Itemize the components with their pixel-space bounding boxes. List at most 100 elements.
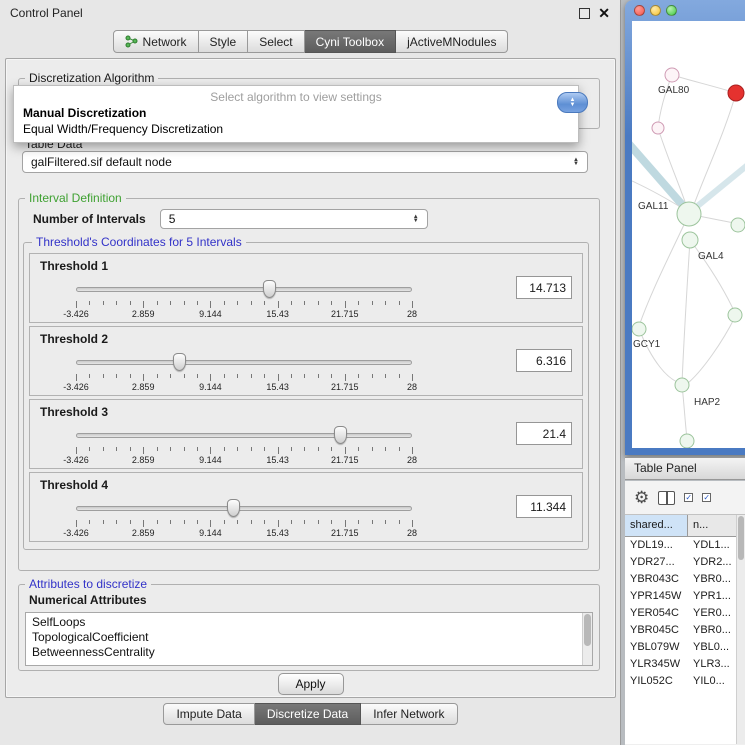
threshold-1-value-input[interactable]: 14.713 xyxy=(516,276,572,299)
slider-track[interactable] xyxy=(76,287,412,292)
minimize-traffic-icon[interactable] xyxy=(650,5,661,16)
threshold-1-slider[interactable] xyxy=(76,280,412,300)
column-header-shared-name[interactable]: shared... xyxy=(625,515,688,536)
tab-cyni-toolbox[interactable]: Cyni Toolbox xyxy=(305,30,396,53)
scale-tick-label: 21.715 xyxy=(331,382,359,392)
algorithm-combo-button[interactable]: ▲ ▼ xyxy=(557,92,588,113)
slider-scale-labels: -3.4262.8599.14415.4321.71528 xyxy=(76,455,412,466)
threshold-2-value-input[interactable]: 6.316 xyxy=(516,349,572,372)
threshold-2-box: Threshold 2 -3.4262.8599.14415.4321.7152… xyxy=(29,326,583,396)
tab-style-label: Style xyxy=(210,35,237,49)
table-row[interactable]: YDR27...YDR2... xyxy=(625,554,745,571)
scale-tick-label: 28 xyxy=(407,455,417,465)
threshold-4-slider[interactable] xyxy=(76,499,412,519)
network-node[interactable] xyxy=(675,378,689,392)
network-node[interactable] xyxy=(652,122,664,134)
thresholds-group: Threshold's Coordinates for 5 Intervals … xyxy=(23,235,589,550)
table-row[interactable]: YIL052CYIL0... xyxy=(625,673,745,690)
slider-track[interactable] xyxy=(76,360,412,365)
threshold-4-box: Threshold 4 -3.4262.8599.14415.4321.7152… xyxy=(29,472,583,542)
network-node[interactable] xyxy=(632,322,646,336)
tab-network[interactable]: Network xyxy=(113,30,199,53)
network-node[interactable] xyxy=(682,232,698,248)
attributes-group: Attributes to discretize Numerical Attri… xyxy=(18,577,600,671)
close-traffic-icon[interactable] xyxy=(634,5,645,16)
threshold-3-value-input[interactable]: 21.4 xyxy=(516,422,572,445)
attribute-list-item[interactable]: TopologicalCoefficient xyxy=(32,630,586,645)
network-node[interactable] xyxy=(665,68,679,82)
slider-track[interactable] xyxy=(76,433,412,438)
attribute-list-item[interactable]: BetweennessCentrality xyxy=(32,645,586,660)
table-cell: YLR345W xyxy=(625,656,688,673)
tab-discretize-data[interactable]: Discretize Data xyxy=(255,703,361,725)
table-cell: YDL19... xyxy=(625,537,688,554)
scale-tick-label: -3.426 xyxy=(63,528,89,538)
scrollbar-thumb[interactable] xyxy=(738,516,744,560)
algorithm-option-equal-width[interactable]: Equal Width/Frequency Discretization xyxy=(14,121,578,137)
tab-select[interactable]: Select xyxy=(248,30,304,53)
attributes-scrollbar[interactable] xyxy=(582,613,592,665)
tab-network-label: Network xyxy=(143,35,187,49)
undock-icon[interactable] xyxy=(579,8,590,19)
tab-infer-network[interactable]: Infer Network xyxy=(361,703,457,725)
network-node[interactable] xyxy=(677,202,701,226)
threshold-3-slider[interactable] xyxy=(76,426,412,446)
table-cell: YER054C xyxy=(625,605,688,622)
scrollbar-thumb[interactable] xyxy=(584,614,591,646)
apply-button[interactable]: Apply xyxy=(278,673,344,695)
table-row[interactable]: YBR045CYBR0... xyxy=(625,622,745,639)
scale-tick-label: 15.43 xyxy=(266,455,289,465)
select-all-icon[interactable]: ✓ xyxy=(684,493,693,502)
table-row[interactable]: YLR345WYLR3... xyxy=(625,656,745,673)
scale-tick-label: -3.426 xyxy=(63,309,89,319)
slider-thumb[interactable] xyxy=(227,499,240,517)
scale-tick-label: 15.43 xyxy=(266,309,289,319)
table-scrollbar[interactable] xyxy=(736,515,745,744)
node-label: GCY1 xyxy=(633,339,661,350)
number-of-intervals-select[interactable]: 5 ▲▼ xyxy=(160,209,428,229)
table-row[interactable]: YDL19...YDL1... xyxy=(625,537,745,554)
scale-tick-label: 9.144 xyxy=(199,528,222,538)
slider-thumb[interactable] xyxy=(263,280,276,298)
attributes-group-title: Attributes to discretize xyxy=(25,577,151,591)
network-node[interactable] xyxy=(728,308,742,322)
table-row[interactable]: YPR145WYPR1... xyxy=(625,588,745,605)
threshold-2-slider[interactable] xyxy=(76,353,412,373)
zoom-traffic-icon[interactable] xyxy=(666,5,677,16)
combo-arrows-icon: ▲▼ xyxy=(573,158,579,167)
attribute-list-item[interactable]: SelfLoops xyxy=(32,615,586,630)
slider-scale-labels: -3.4262.8599.14415.4321.71528 xyxy=(76,382,412,393)
table-data-select[interactable]: galFiltered.sif default node ▲▼ xyxy=(22,151,588,173)
network-node-selected[interactable] xyxy=(728,85,744,101)
algorithm-prompt-item[interactable]: Select algorithm to view settings xyxy=(14,89,578,105)
tab-jactivemnodules[interactable]: jActiveMNodules xyxy=(396,30,508,53)
select-none-icon[interactable]: ✓ xyxy=(702,493,711,502)
network-canvas[interactable]: GAL80 GAL11 GAL4 GCY1 HAP2 xyxy=(632,21,745,448)
slider-track[interactable] xyxy=(76,506,412,511)
threshold-3-label: Threshold 3 xyxy=(40,405,108,419)
table-row[interactable]: YER054CYER0... xyxy=(625,605,745,622)
slider-thumb[interactable] xyxy=(334,426,347,444)
table-row[interactable]: YBR043CYBR0... xyxy=(625,571,745,588)
gear-icon[interactable]: ⚙ xyxy=(634,489,649,506)
threshold-4-label: Threshold 4 xyxy=(40,478,108,492)
threshold-4-value-input[interactable]: 11.344 xyxy=(516,495,572,518)
scale-tick-label: -3.426 xyxy=(63,455,89,465)
network-node[interactable] xyxy=(731,218,745,232)
table-cell: YBR045C xyxy=(625,622,688,639)
column-chooser-icon[interactable] xyxy=(658,491,675,505)
network-view-window: GAL80 GAL11 GAL4 GCY1 HAP2 xyxy=(625,0,745,455)
slider-thumb[interactable] xyxy=(173,353,186,371)
algorithm-dropdown-popup: Select algorithm to view settings Manual… xyxy=(13,85,579,143)
tab-impute-data[interactable]: Impute Data xyxy=(163,703,254,725)
algorithm-option-manual[interactable]: Manual Discretization xyxy=(14,105,578,121)
node-label: GAL80 xyxy=(658,85,690,96)
node-label: GAL4 xyxy=(698,251,724,262)
tab-style[interactable]: Style xyxy=(199,30,249,53)
table-row[interactable]: YBL079WYBL0... xyxy=(625,639,745,656)
interval-definition-group: Interval Definition Number of Intervals … xyxy=(18,191,600,571)
close-icon[interactable]: ✕ xyxy=(598,8,610,19)
attributes-list[interactable]: SelfLoopsTopologicalCoefficientBetweenne… xyxy=(25,612,593,666)
scale-tick-label: 9.144 xyxy=(199,455,222,465)
network-node[interactable] xyxy=(680,434,694,448)
